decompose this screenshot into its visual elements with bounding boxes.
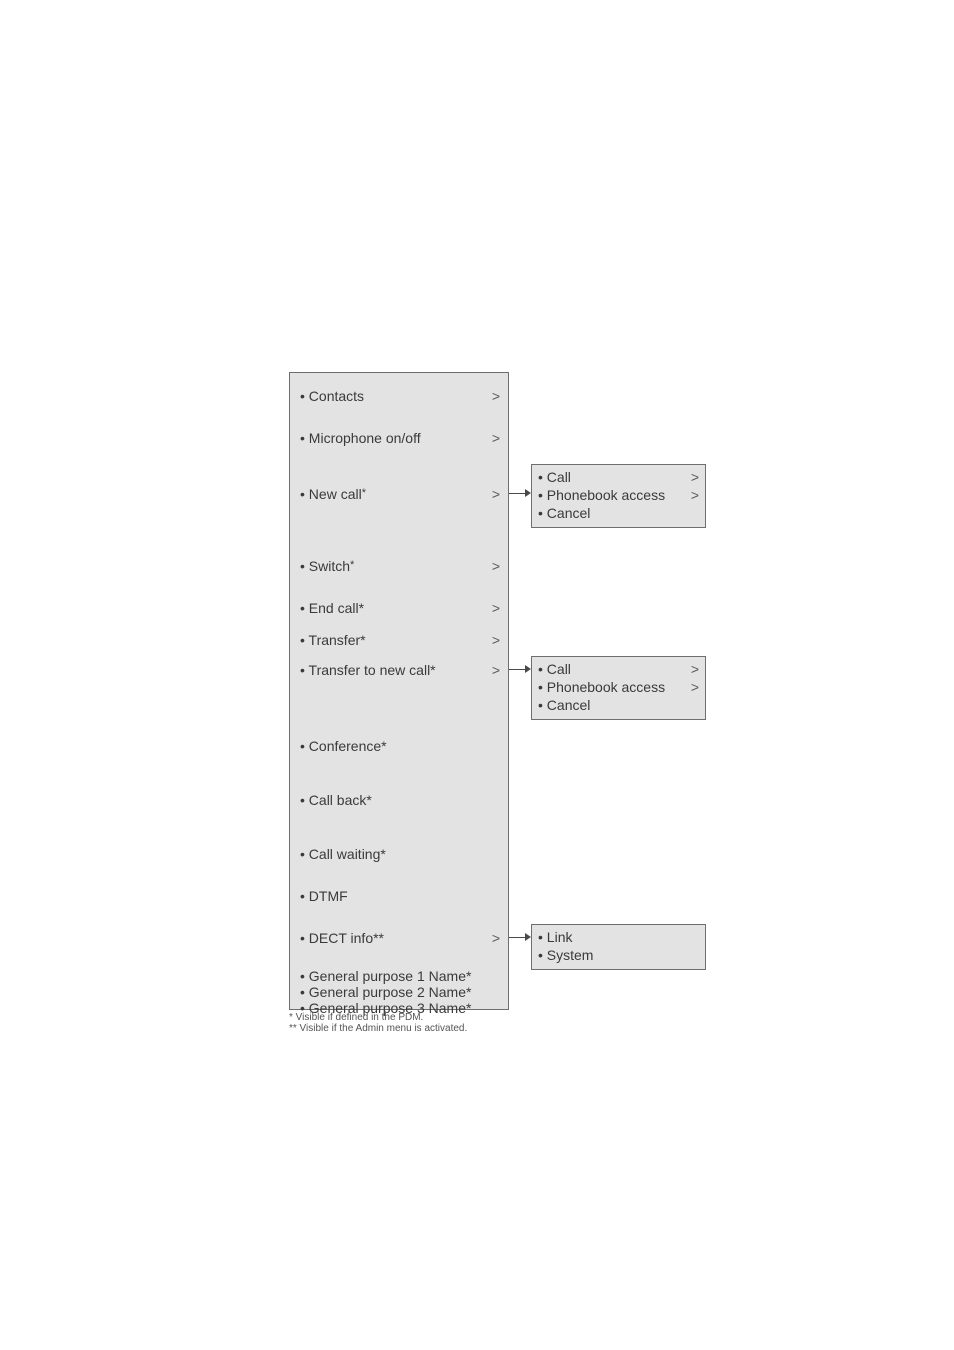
menu-item-call-waiting: • Call waiting* xyxy=(290,845,508,863)
footnote-marker: * xyxy=(362,487,366,499)
submenu-item-label: • Phonebook access xyxy=(538,678,665,696)
menu-item-call-back: • Call back* xyxy=(290,791,508,809)
arrow-head-icon xyxy=(525,933,531,941)
chevron-right-icon: > xyxy=(492,599,500,617)
submenu-item-system: • System xyxy=(538,946,699,964)
menu-item-end-call: • End call* > xyxy=(290,599,508,617)
menu-item-microphone: • Microphone on/off > xyxy=(290,429,508,447)
submenu-item-label: • Link xyxy=(538,928,572,946)
chevron-right-icon: > xyxy=(681,468,699,486)
menu-item-label: • Contacts xyxy=(300,387,364,405)
arrow-head-icon xyxy=(525,665,531,673)
menu-item-label: • Microphone on/off xyxy=(300,429,421,447)
chevron-right-icon: > xyxy=(681,678,699,696)
chevron-right-icon: > xyxy=(492,557,500,575)
menu-item-dtmf: • DTMF xyxy=(290,887,508,905)
menu-item-transfer: • Transfer* > xyxy=(290,631,508,649)
footnote-1: * Visible if defined in the PDM. xyxy=(289,1012,423,1023)
submenu-item-label: • Cancel xyxy=(538,504,590,522)
menu-item-label-text: • New call xyxy=(300,486,362,502)
page: • Contacts > • Microphone on/off > • New… xyxy=(0,0,954,1350)
menu-item-label-text: • Switch xyxy=(300,558,350,574)
menu-item-label: • Conference* xyxy=(300,737,387,755)
footnote-marker: * xyxy=(350,559,354,571)
submenu-item-phonebook-access: • Phonebook access > xyxy=(538,678,699,696)
submenu-item-cancel: • Cancel xyxy=(538,696,699,714)
submenu-item-label: • Phonebook access xyxy=(538,486,665,504)
submenu-dect-info: • Link • System xyxy=(531,924,706,970)
submenu-item-label: • Call xyxy=(538,660,571,678)
submenu-item-call: • Call > xyxy=(538,660,699,678)
main-menu-box: • Contacts > • Microphone on/off > • New… xyxy=(289,372,509,1010)
submenu-item-label: • Cancel xyxy=(538,696,590,714)
menu-item-new-call: • New call* > xyxy=(290,485,508,505)
arrow-head-icon xyxy=(525,489,531,497)
menu-item-dect-info: • DECT info** > xyxy=(290,929,508,947)
arrow-connector xyxy=(509,669,525,670)
chevron-right-icon: > xyxy=(492,485,500,503)
submenu-new-call: • Call > • Phonebook access > • Cancel xyxy=(531,464,706,528)
submenu-item-phonebook-access: • Phonebook access > xyxy=(538,486,699,504)
chevron-right-icon: > xyxy=(492,661,500,679)
menu-item-label: • Transfer* xyxy=(300,631,366,649)
arrow-connector xyxy=(509,937,525,938)
menu-item-label: • End call* xyxy=(300,599,364,617)
chevron-right-icon: > xyxy=(681,486,699,504)
menu-item-switch: • Switch* > xyxy=(290,557,508,577)
arrow-connector xyxy=(509,493,525,494)
footnote-2: ** Visible if the Admin menu is activate… xyxy=(289,1023,467,1034)
menu-item-label: • Call waiting* xyxy=(300,845,386,863)
chevron-right-icon: > xyxy=(492,387,500,405)
menu-item-label: • Call back* xyxy=(300,791,372,809)
menu-item-conference: • Conference* xyxy=(290,737,508,755)
menu-item-label: • DECT info** xyxy=(300,929,384,947)
menu-item-label: • New call* xyxy=(300,485,366,505)
menu-item-label: • Switch* xyxy=(300,557,354,577)
menu-item-contacts: • Contacts > xyxy=(290,387,508,405)
submenu-item-label: • Call xyxy=(538,468,571,486)
submenu-transfer-new-call: • Call > • Phonebook access > • Cancel xyxy=(531,656,706,720)
chevron-right-icon: > xyxy=(492,429,500,447)
menu-item-label: • Transfer to new call* xyxy=(300,661,436,679)
menu-item-label: • DTMF xyxy=(300,887,348,905)
chevron-right-icon: > xyxy=(681,660,699,678)
menu-item-transfer-to-new-call: • Transfer to new call* > xyxy=(290,661,508,679)
submenu-item-call: • Call > xyxy=(538,468,699,486)
submenu-item-label: • System xyxy=(538,946,593,964)
submenu-item-link: • Link xyxy=(538,928,699,946)
chevron-right-icon: > xyxy=(492,631,500,649)
submenu-item-cancel: • Cancel xyxy=(538,504,699,522)
chevron-right-icon: > xyxy=(492,929,500,947)
